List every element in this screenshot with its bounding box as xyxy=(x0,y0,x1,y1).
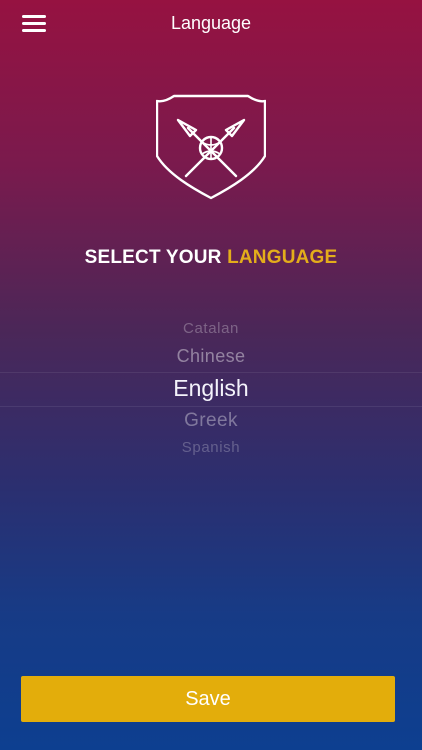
language-option-spanish[interactable]: Spanish xyxy=(0,439,422,456)
language-option-chinese[interactable]: Chinese xyxy=(0,346,422,367)
save-button[interactable]: Save xyxy=(21,676,395,722)
language-option-greek[interactable]: Greek xyxy=(0,410,422,432)
language-screen: Language SELECT YOUR LANGUAGE Catalan Ch… xyxy=(0,0,422,750)
club-crest-icon xyxy=(156,94,266,200)
picker-selection-line xyxy=(0,372,422,373)
heading-lead: SELECT YOUR xyxy=(84,247,222,268)
language-option-catalan[interactable]: Catalan xyxy=(0,320,422,337)
picker-selection-line xyxy=(0,406,422,407)
language-picker[interactable]: Catalan Chinese English Greek Spanish xyxy=(0,312,422,472)
page-title: Language xyxy=(170,13,252,33)
select-language-heading: SELECT YOUR LANGUAGE xyxy=(0,247,422,269)
heading-accent: LANGUAGE xyxy=(227,247,338,268)
language-option-english[interactable]: English xyxy=(0,375,422,402)
